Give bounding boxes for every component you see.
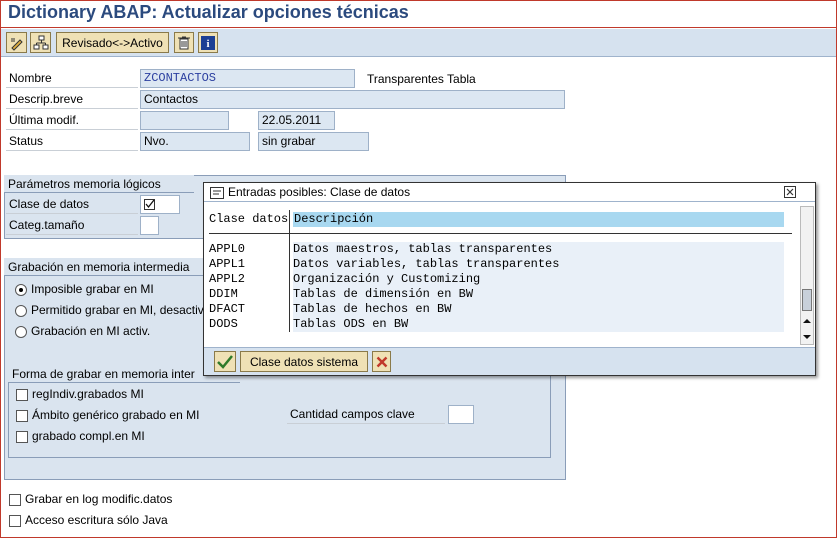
scroll-up-icon[interactable] bbox=[801, 315, 813, 327]
list-item-code[interactable]: DDIM bbox=[209, 287, 238, 302]
dialog-title: Entradas posibles: Clase de datos bbox=[228, 185, 411, 199]
radio-icon bbox=[15, 304, 27, 317]
list-item-desc[interactable]: Datos variables, tablas transparentes bbox=[293, 257, 784, 272]
revisado-activo-button[interactable]: Revisado<->Activo bbox=[56, 32, 169, 53]
column-separator bbox=[289, 210, 290, 332]
buffering-option-1[interactable]: Imposible grabar en MI bbox=[15, 280, 154, 298]
checked-field-icon bbox=[144, 199, 155, 210]
list-item-desc[interactable]: Datos maestros, tablas transparentes bbox=[293, 242, 784, 257]
scroll-down-icon[interactable] bbox=[801, 331, 813, 343]
status-field-2: sin grabar bbox=[258, 132, 369, 151]
header-divider bbox=[209, 233, 792, 234]
dialog-window-icon bbox=[210, 187, 224, 199]
single-records-checkbox[interactable]: regIndiv.grabados MI bbox=[16, 385, 144, 403]
descrip-label: Descrip.breve bbox=[6, 90, 138, 109]
page-title: Dictionary ABAP: Actualizar opciones téc… bbox=[8, 2, 409, 22]
column-header-code[interactable]: Clase datos bbox=[209, 212, 289, 227]
vertical-scrollbar[interactable] bbox=[800, 206, 814, 345]
checkbox-icon bbox=[9, 493, 21, 506]
cancel-button[interactable] bbox=[372, 351, 391, 372]
delete-button[interactable] bbox=[174, 32, 194, 53]
system-data-class-button[interactable]: Clase datos sistema bbox=[240, 351, 368, 372]
edit-toggle-button[interactable] bbox=[6, 32, 27, 53]
checkbox-icon bbox=[9, 514, 21, 527]
hierarchy-button[interactable] bbox=[30, 32, 51, 53]
categ-tamano-field[interactable] bbox=[140, 216, 159, 235]
dialog-titlebar: Entradas posibles: Clase de datos bbox=[204, 183, 815, 202]
trash-icon bbox=[178, 36, 190, 49]
java-only-label: Acceso escritura sólo Java bbox=[25, 513, 168, 527]
status-field-1: Nvo. bbox=[140, 132, 250, 151]
buffering-option-2[interactable]: Permitido grabar en MI, desactiv bbox=[15, 301, 203, 319]
confirm-button[interactable] bbox=[214, 351, 236, 372]
dialog-list-area: Clase datos Descripción APPL0 Datos maes… bbox=[204, 202, 815, 347]
ultima-modif-label: Última modif. bbox=[6, 111, 138, 130]
status-label: Status bbox=[6, 132, 138, 151]
list-item-code[interactable]: DODS bbox=[209, 317, 238, 332]
checkbox-icon bbox=[16, 430, 28, 443]
buffering-option-3-label: Grabación en MI activ. bbox=[31, 324, 151, 338]
buffering-option-3[interactable]: Grabación en MI activ. bbox=[15, 322, 150, 340]
generic-area-label: Ámbito genérico grabado en MI bbox=[32, 408, 200, 422]
fully-buffered-checkbox[interactable]: grabado compl.en MI bbox=[16, 427, 145, 445]
column-header-desc[interactable]: Descripción bbox=[293, 212, 784, 227]
checkbox-icon bbox=[16, 409, 28, 422]
log-changes-label: Grabar en log modific.datos bbox=[25, 492, 173, 506]
key-fields-label: Cantidad campos clave bbox=[287, 405, 445, 424]
title-divider bbox=[1, 27, 836, 28]
svg-text:i: i bbox=[206, 38, 209, 50]
hierarchy-icon bbox=[33, 35, 48, 49]
list-item-desc[interactable]: Organización y Customizing bbox=[293, 272, 784, 287]
buffering-option-2-label: Permitido grabar en MI, desactiv bbox=[31, 303, 203, 317]
scrollbar-thumb[interactable] bbox=[802, 289, 812, 311]
logical-storage-group-title: Parámetros memoria lógicos bbox=[4, 175, 194, 193]
dialog-close-button[interactable] bbox=[784, 186, 796, 198]
fully-buffered-label: grabado compl.en MI bbox=[32, 429, 145, 443]
key-fields-input[interactable] bbox=[448, 405, 474, 424]
radio-icon bbox=[15, 325, 27, 338]
generic-area-checkbox[interactable]: Ámbito genérico grabado en MI bbox=[16, 406, 199, 424]
dialog-footer: Clase datos sistema bbox=[204, 347, 815, 375]
ultima-modif-user-field bbox=[140, 111, 229, 130]
clase-datos-field[interactable] bbox=[140, 195, 180, 214]
pencil-glasses-icon bbox=[10, 38, 23, 51]
buffering-option-1-label: Imposible grabar en MI bbox=[31, 282, 154, 296]
log-changes-checkbox[interactable]: Grabar en log modific.datos bbox=[9, 490, 172, 508]
descrip-field[interactable]: Contactos bbox=[140, 90, 565, 109]
list-item-desc[interactable]: Tablas de hechos en BW bbox=[293, 302, 784, 317]
ultima-modif-date-field: 22.05.2011 bbox=[258, 111, 335, 130]
list-item-desc[interactable]: Tablas de dimensión en BW bbox=[293, 287, 784, 302]
nombre-label: Nombre bbox=[6, 69, 138, 88]
single-records-label: regIndiv.grabados MI bbox=[32, 387, 144, 401]
nombre-field[interactable]: ZCONTACTOS bbox=[140, 69, 355, 88]
cancel-x-icon bbox=[376, 356, 387, 367]
checkmark-icon bbox=[217, 354, 233, 369]
categ-tamano-label: Categ.tamaño bbox=[6, 216, 138, 235]
buffering-group-title: Grabación en memoria intermedia bbox=[4, 258, 214, 276]
java-only-checkbox[interactable]: Acceso escritura sólo Java bbox=[9, 511, 168, 529]
application-toolbar: Revisado<->Activo i bbox=[1, 29, 836, 57]
table-type-text: Transparentes Tabla bbox=[367, 72, 476, 86]
info-icon: i bbox=[201, 35, 215, 50]
list-item-code[interactable]: APPL0 bbox=[209, 242, 245, 257]
possible-entries-dialog: Entradas posibles: Clase de datos Clase … bbox=[203, 182, 816, 376]
close-icon bbox=[786, 188, 794, 196]
list-item-code[interactable]: DFACT bbox=[209, 302, 245, 317]
checkbox-icon bbox=[16, 388, 28, 401]
radio-selected-icon bbox=[15, 283, 27, 296]
list-item-desc[interactable]: Tablas ODS en BW bbox=[293, 317, 784, 332]
info-button[interactable]: i bbox=[198, 32, 218, 53]
list-item-code[interactable]: APPL1 bbox=[209, 257, 245, 272]
list-item-code[interactable]: APPL2 bbox=[209, 272, 245, 287]
clase-datos-label: Clase de datos bbox=[6, 195, 138, 214]
